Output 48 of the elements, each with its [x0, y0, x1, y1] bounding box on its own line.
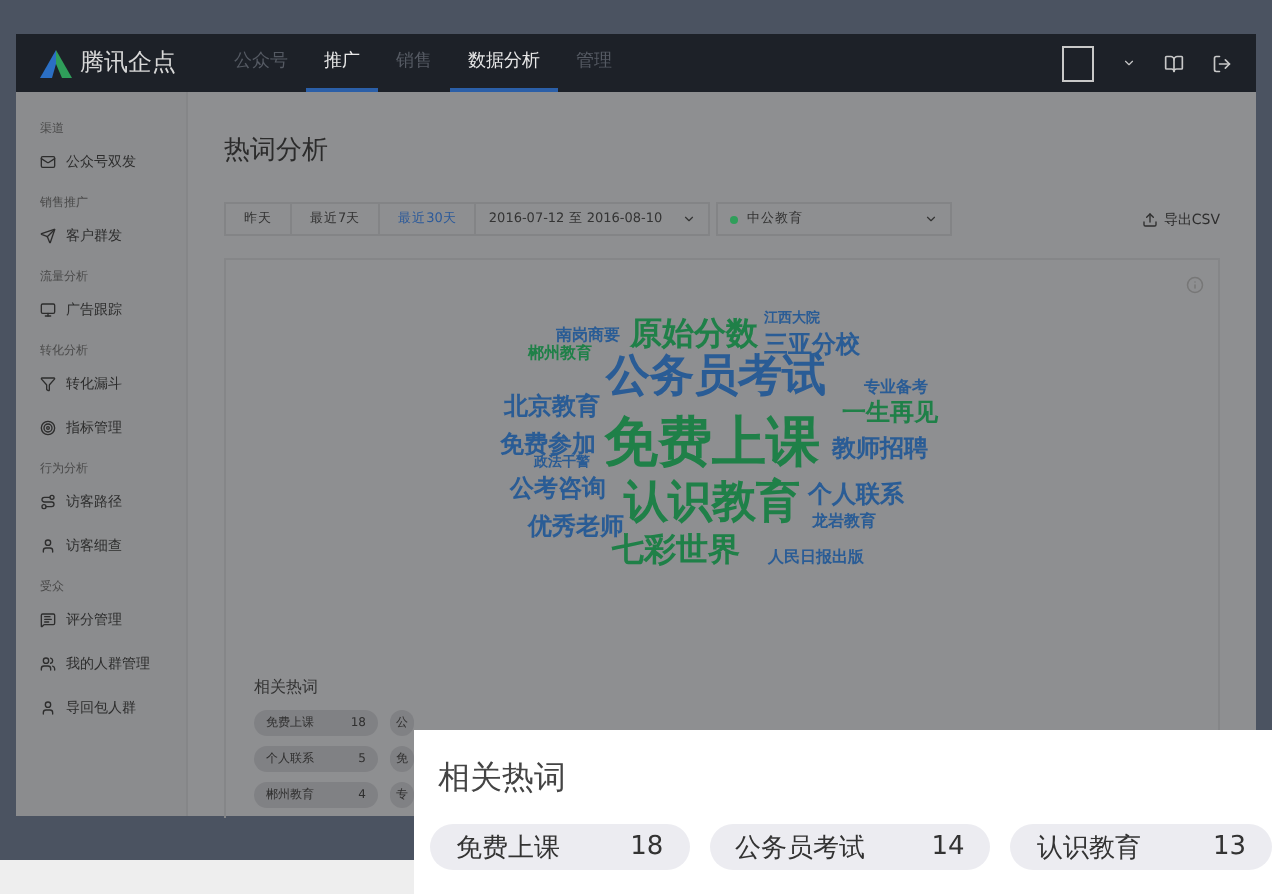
monitor-icon	[40, 302, 56, 318]
cloud-word: 龙岩教育	[812, 514, 876, 530]
users-icon	[40, 656, 56, 672]
paper-plane-icon	[40, 228, 56, 244]
nav-tab[interactable]: 数据分析	[450, 34, 558, 92]
keyword-tag[interactable]: 免费上课 18	[430, 824, 690, 870]
logout-icon[interactable]	[1212, 53, 1232, 73]
cloud-word: 公考咨询	[510, 476, 606, 500]
cloud-word: 北京教育	[504, 394, 600, 418]
cloud-word: 免费上课	[604, 416, 820, 470]
cloud-word: 免费参加	[500, 432, 596, 456]
cloud-word: 专业备考	[864, 380, 928, 396]
cloud-word: 教师招聘	[832, 436, 928, 460]
cloud-word: 个人联系	[808, 482, 904, 506]
caret-icon[interactable]	[1122, 56, 1136, 70]
nav-tab[interactable]: 推广	[306, 34, 378, 92]
avatar[interactable]	[1062, 45, 1094, 81]
logo-icon	[40, 49, 72, 77]
cloud-word: 一生再见	[842, 400, 938, 424]
keyword-tag[interactable]: 公务员考试 14	[709, 824, 991, 870]
nav-tab[interactable]: 管理	[558, 34, 630, 92]
cloud-word: 人民日报出版	[768, 550, 864, 566]
keyword-tag[interactable]: 认识教育 13	[1010, 824, 1272, 870]
chevron-icon	[924, 212, 939, 226]
user-icon	[40, 700, 56, 716]
target-icon	[40, 420, 56, 436]
user-icon	[40, 538, 56, 554]
cloud-word: 原始分数	[630, 318, 758, 350]
nav-tab[interactable]: 公众号	[216, 34, 306, 92]
book-icon[interactable]	[1164, 53, 1184, 73]
upload-icon	[1141, 211, 1158, 227]
route-icon	[40, 494, 56, 510]
cloud-word: 优秀老师	[528, 514, 624, 538]
section-title: 相关热词	[438, 758, 568, 800]
chevron-icon	[682, 212, 697, 226]
logo-text: 腾讯企点	[80, 46, 176, 80]
funnel-icon	[40, 376, 56, 392]
cloud-word: 三亚分校	[764, 332, 860, 356]
cloud-word: 公务员考试	[606, 356, 826, 400]
cloud-word: 认识教育	[624, 482, 800, 526]
section-title: 相关热词	[254, 676, 320, 698]
message-icon	[40, 612, 56, 628]
envelope-icon	[40, 154, 56, 170]
nav-tab[interactable]: 销售	[378, 34, 450, 92]
page-title: 热词分析	[224, 134, 330, 168]
cloud-word: 七彩世界	[612, 534, 740, 566]
cloud-word: 郴州教育	[528, 346, 592, 362]
cloud-word: 南岗商要	[556, 328, 620, 344]
